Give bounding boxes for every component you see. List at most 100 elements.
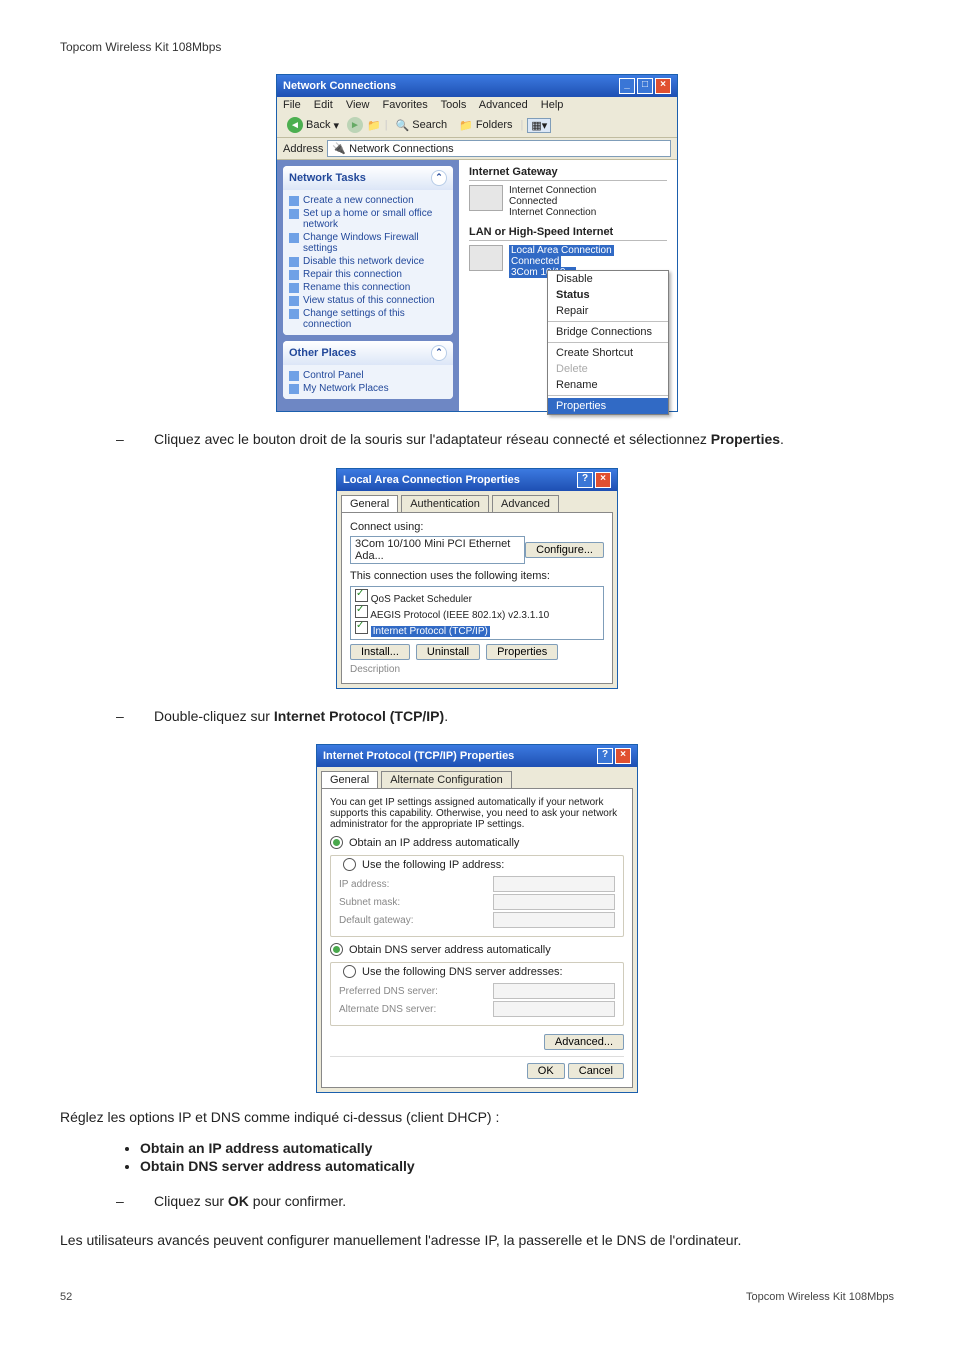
- window-titlebar: Network Connections _ □ ×: [277, 75, 677, 97]
- connection-name: Internet Connection: [509, 185, 596, 196]
- ctx-status[interactable]: Status: [548, 287, 668, 303]
- properties-button[interactable]: Properties: [486, 644, 558, 660]
- configure-button[interactable]: Configure...: [525, 542, 604, 558]
- uninstall-button[interactable]: Uninstall: [416, 644, 480, 660]
- other-places-list: Control Panel My Network Places: [283, 365, 453, 399]
- menu-file[interactable]: File: [283, 99, 301, 111]
- section-lan: LAN or High-Speed Internet: [469, 226, 667, 241]
- menubar: File Edit View Favorites Tools Advanced …: [277, 97, 677, 113]
- task-create-connection[interactable]: Create a new connection: [289, 194, 447, 207]
- instruction-2: –Double-cliquez sur Internet Protocol (T…: [60, 707, 894, 727]
- cancel-button[interactable]: Cancel: [568, 1063, 624, 1079]
- menu-favorites[interactable]: Favorites: [383, 99, 428, 111]
- connection-status: Connected: [509, 196, 596, 207]
- ctx-delete[interactable]: Delete: [548, 361, 668, 377]
- address-label: Address: [283, 143, 323, 155]
- back-button[interactable]: ◄Back ▾: [283, 116, 343, 134]
- menu-help[interactable]: Help: [541, 99, 564, 111]
- menu-tools[interactable]: Tools: [441, 99, 467, 111]
- radio-obtain-dns[interactable]: Obtain DNS server address automatically: [330, 943, 624, 956]
- up-button[interactable]: 📁: [367, 119, 381, 132]
- task-disable-device[interactable]: Disable this network device: [289, 255, 447, 268]
- views-button[interactable]: ▦▾: [527, 118, 551, 133]
- radio-obtain-ip[interactable]: Obtain an IP address automatically: [330, 836, 624, 849]
- task-change-settings[interactable]: Change settings of this connection: [289, 307, 447, 331]
- tab-advanced[interactable]: Advanced: [492, 495, 559, 512]
- checkbox-icon[interactable]: [355, 589, 368, 602]
- ctx-bridge[interactable]: Bridge Connections: [548, 324, 668, 340]
- other-control-panel[interactable]: Control Panel: [289, 369, 447, 382]
- task-rename[interactable]: Rename this connection: [289, 281, 447, 294]
- gateway-input: [493, 912, 615, 928]
- help-icon[interactable]: ?: [577, 472, 593, 488]
- tab-authentication[interactable]: Authentication: [401, 495, 489, 512]
- ctx-repair[interactable]: Repair: [548, 303, 668, 319]
- nic-icon: [469, 245, 503, 271]
- main-pane: Internet Gateway Internet Connection Con…: [459, 160, 677, 411]
- page-number: 52: [60, 1291, 72, 1303]
- tab-general[interactable]: General: [321, 771, 378, 788]
- connect-using-label: Connect using:: [350, 521, 604, 533]
- task-setup-network[interactable]: Set up a home or small office network: [289, 207, 447, 231]
- alternate-dns-label: Alternate DNS server:: [339, 1004, 436, 1015]
- menu-advanced[interactable]: Advanced: [479, 99, 528, 111]
- instruction-1: –Cliquez avec le bouton droit de la sour…: [60, 430, 894, 450]
- menu-edit[interactable]: Edit: [314, 99, 333, 111]
- address-input[interactable]: 🔌 Network Connections: [327, 140, 671, 157]
- body-text-1: Réglez les options IP et DNS comme indiq…: [60, 1107, 894, 1128]
- toolbar: ◄Back ▾ ► 📁 | 🔍 Search 📁 Folders | ▦▾: [277, 113, 677, 138]
- items-label: This connection uses the following items…: [350, 570, 604, 582]
- checkbox-icon[interactable]: [355, 621, 368, 634]
- network-connections-window: Network Connections _ □ × File Edit View…: [276, 74, 678, 412]
- bullet-list: Obtain an IP address automatically Obtai…: [100, 1140, 894, 1174]
- chevron-up-icon: ⌃: [431, 170, 447, 186]
- search-button[interactable]: 🔍 Search: [392, 118, 452, 133]
- dialog-titlebar: Local Area Connection Properties ?×: [337, 469, 617, 491]
- items-listbox[interactable]: QoS Packet Scheduler AEGIS Protocol (IEE…: [350, 586, 604, 640]
- connection-name-selected: Local Area Connection: [509, 245, 614, 256]
- dialog-title: Local Area Connection Properties: [343, 474, 520, 486]
- radio-icon: [330, 943, 343, 956]
- ctx-disable[interactable]: Disable: [548, 271, 668, 287]
- help-icon[interactable]: ?: [597, 748, 613, 764]
- ip-address-label: IP address:: [339, 879, 389, 890]
- tab-alternate[interactable]: Alternate Configuration: [381, 771, 512, 788]
- bullet-item: Obtain DNS server address automatically: [140, 1158, 894, 1174]
- task-view-status[interactable]: View status of this connection: [289, 294, 447, 307]
- tcpip-blurb: You can get IP settings assigned automat…: [330, 797, 624, 830]
- minimize-icon[interactable]: _: [619, 78, 635, 94]
- close-icon[interactable]: ×: [655, 78, 671, 94]
- radio-icon: [330, 836, 343, 849]
- maximize-icon[interactable]: □: [637, 78, 653, 94]
- forward-button[interactable]: ►: [347, 117, 363, 133]
- lac-properties-dialog: Local Area Connection Properties ?× Gene…: [336, 468, 618, 689]
- radio-use-dns[interactable]: Use the following DNS server addresses:: [339, 965, 567, 978]
- close-icon[interactable]: ×: [595, 472, 611, 488]
- separator: [548, 395, 668, 396]
- ctx-rename[interactable]: Rename: [548, 377, 668, 393]
- other-my-network-places[interactable]: My Network Places: [289, 382, 447, 395]
- section-internet-gateway: Internet Gateway: [469, 166, 667, 181]
- other-places-header[interactable]: Other Places⌃: [283, 341, 453, 365]
- ok-button[interactable]: OK: [527, 1063, 565, 1079]
- menu-view[interactable]: View: [346, 99, 370, 111]
- checkbox-icon[interactable]: [355, 605, 368, 618]
- network-tasks-list: Create a new connection Set up a home or…: [283, 190, 453, 335]
- task-firewall[interactable]: Change Windows Firewall settings: [289, 231, 447, 255]
- adapter-field[interactable]: 3Com 10/100 Mini PCI Ethernet Ada...: [350, 536, 525, 564]
- instruction-3: –Cliquez sur OK pour confirmer.: [60, 1192, 894, 1212]
- folders-button[interactable]: 📁 Folders: [455, 118, 516, 133]
- ctx-properties[interactable]: Properties: [548, 398, 668, 414]
- network-tasks-header[interactable]: Network Tasks⌃: [283, 166, 453, 190]
- close-icon[interactable]: ×: [615, 748, 631, 764]
- install-button[interactable]: Install...: [350, 644, 410, 660]
- subnet-label: Subnet mask:: [339, 897, 400, 908]
- advanced-button[interactable]: Advanced...: [544, 1034, 624, 1050]
- window-title: Network Connections: [283, 80, 396, 92]
- radio-use-ip[interactable]: Use the following IP address:: [339, 858, 508, 871]
- task-repair[interactable]: Repair this connection: [289, 268, 447, 281]
- ctx-shortcut[interactable]: Create Shortcut: [548, 345, 668, 361]
- connection-internet[interactable]: Internet Connection Connected Internet C…: [469, 185, 667, 218]
- tab-general[interactable]: General: [341, 495, 398, 512]
- preferred-dns-input: [493, 983, 615, 999]
